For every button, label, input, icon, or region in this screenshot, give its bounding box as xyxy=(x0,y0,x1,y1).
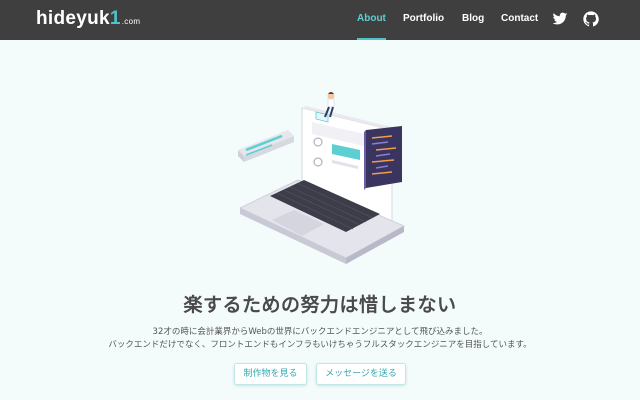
hero-description-line-2: バックエンドだけでなく、フロントエンドもインフラもいけちゃうフルスタックエンジニ… xyxy=(108,340,532,350)
hero-description-line-1: 32才の時に会計業界からWebの世界にバックエンドエンジニアとして飛び込みました… xyxy=(152,327,488,337)
top-navbar: hideyuk1.com About Portfolio Blog Contac… xyxy=(0,0,640,40)
logo-suffix: .com xyxy=(121,17,141,26)
twitter-icon[interactable] xyxy=(552,11,568,27)
view-portfolio-button[interactable]: 制作物を見る xyxy=(234,363,307,385)
github-icon[interactable] xyxy=(583,11,599,27)
hero-headline: 楽するための努力は惜しまない xyxy=(183,294,457,316)
send-message-button[interactable]: メッセージを送る xyxy=(316,363,406,385)
nav-about[interactable]: About xyxy=(357,13,386,40)
code-panel-icon xyxy=(364,126,402,190)
logo-main: hideyuk xyxy=(36,8,110,29)
floating-message-card-icon xyxy=(238,130,294,162)
logo-accent: 1 xyxy=(109,8,121,29)
site-logo[interactable]: hideyuk1.com xyxy=(36,8,140,30)
nav-blog[interactable]: Blog xyxy=(462,13,484,40)
nav-contact[interactable]: Contact xyxy=(501,13,538,40)
nav-portfolio[interactable]: Portfolio xyxy=(403,13,444,40)
laptop-illustration xyxy=(238,92,405,264)
